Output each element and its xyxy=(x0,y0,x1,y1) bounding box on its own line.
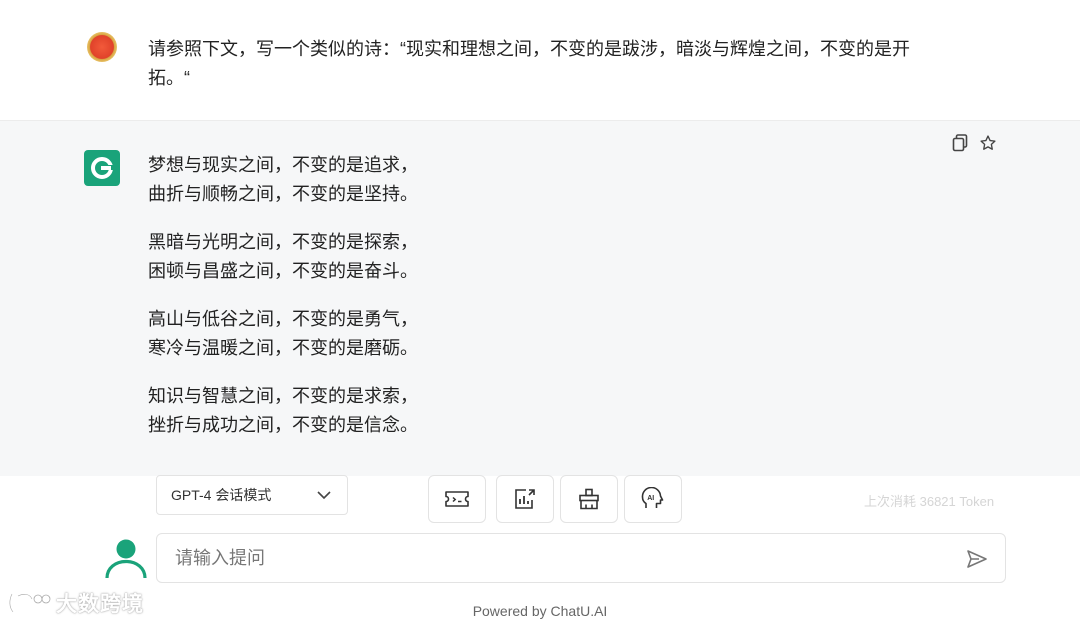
user-avatar xyxy=(87,32,117,62)
chatgpt-logo-icon xyxy=(84,150,120,186)
ai-message-row: 梦想与现实之间，不变的是追求， 曲折与顺畅之间，不变的是坚持。 黑暗与光明之间，… xyxy=(0,121,1080,476)
chevron-down-icon xyxy=(317,491,331,500)
user-message-row: 请参照下文，写一个类似的诗：“现实和理想之间，不变的是跋涉，暗淡与辉煌之间，不变… xyxy=(0,0,1080,121)
watermark: 大数跨境 xyxy=(8,588,144,618)
poem-stanza: 梦想与现实之间，不变的是追求， 曲折与顺畅之间，不变的是坚持。 xyxy=(148,151,928,209)
watermark-logo-icon xyxy=(8,593,51,613)
ai-head-icon: AI xyxy=(641,487,664,508)
powered-by-footer: Powered by ChatU.AI xyxy=(472,603,608,619)
export-chart-button[interactable] xyxy=(496,475,554,523)
ai-message-text: 梦想与现实之间，不变的是追求， 曲折与顺畅之间，不变的是坚持。 黑暗与光明之间，… xyxy=(148,151,928,459)
copy-icon[interactable] xyxy=(950,133,970,153)
model-select[interactable]: GPT-4 会话模式 xyxy=(156,475,348,515)
poem-line: 寒冷与温暖之间，不变的是磨砺。 xyxy=(148,338,418,358)
chart-export-icon xyxy=(515,489,535,509)
ai-assistant-button[interactable]: AI xyxy=(624,475,682,523)
user-profile-icon xyxy=(105,539,147,579)
poem-line: 高山与低谷之间，不变的是勇气， xyxy=(148,309,418,329)
model-select-label: GPT-4 会话模式 xyxy=(171,487,272,503)
watermark-text: 大数跨境 xyxy=(56,593,144,616)
question-input[interactable] xyxy=(175,534,935,582)
poem-line: 困顿与昌盛之间，不变的是奋斗。 xyxy=(148,261,418,281)
poem-line: 梦想与现实之间，不变的是追求， xyxy=(148,155,418,175)
poem-line: 知识与智慧之间，不变的是求索， xyxy=(148,386,418,406)
poem-stanza: 高山与低谷之间，不变的是勇气， 寒冷与温暖之间，不变的是磨砺。 xyxy=(148,305,928,363)
poem-line: 挫折与成功之间，不变的是信念。 xyxy=(148,415,418,435)
broom-icon xyxy=(579,488,599,510)
prompt-template-button[interactable] xyxy=(428,475,486,523)
token-usage-info: 上次消耗 36821 Token xyxy=(864,494,995,509)
svg-text:AI: AI xyxy=(647,495,654,502)
poem-stanza: 黑暗与光明之间，不变的是探索， 困顿与昌盛之间，不变的是奋斗。 xyxy=(148,228,928,286)
user-message-text: 请参照下文，写一个类似的诗：“现实和理想之间，不变的是跋涉，暗淡与辉煌之间，不变… xyxy=(148,39,910,88)
question-input-box[interactable] xyxy=(156,533,1006,583)
poem-line: 曲折与顺畅之间，不变的是坚持。 xyxy=(148,184,418,204)
message-tools xyxy=(950,133,998,153)
send-icon[interactable] xyxy=(965,547,989,571)
star-icon[interactable] xyxy=(978,133,998,153)
ticket-icon xyxy=(445,491,469,507)
clear-chat-button[interactable] xyxy=(560,475,618,523)
poem-line: 黑暗与光明之间，不变的是探索， xyxy=(148,232,418,252)
poem-stanza: 知识与智慧之间，不变的是求索， 挫折与成功之间，不变的是信念。 xyxy=(148,382,928,440)
